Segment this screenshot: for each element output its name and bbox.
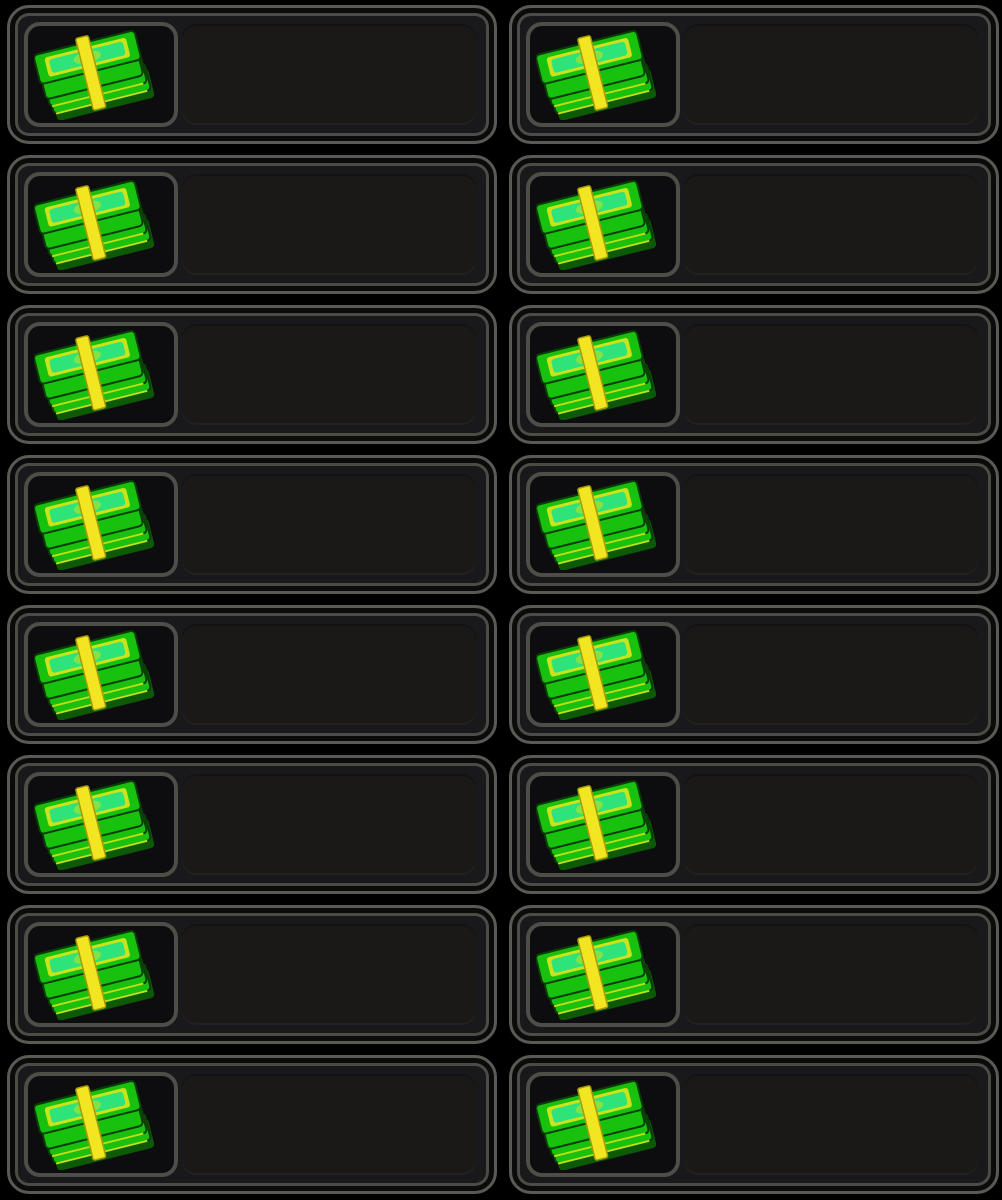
cash-stack-icon [24,622,178,727]
cash-stack-icon [526,322,680,427]
cash-slot-value [200,458,464,591]
cash-slot-4[interactable] [509,155,999,294]
cash-slot-5[interactable] [7,305,497,444]
cash-slot-14[interactable] [509,905,999,1044]
cash-stack-icon [24,772,178,877]
cash-slot-10[interactable] [509,605,999,744]
cash-slot-value [200,758,464,891]
cash-slot-3[interactable] [7,155,497,294]
cash-slot-value [702,8,966,141]
cash-stack-icon [526,172,680,277]
cash-stack-icon [526,22,680,127]
cash-slot-value [702,758,966,891]
cash-slot-value [200,908,464,1041]
cash-slot-15[interactable] [7,1055,497,1194]
cash-slot-value [702,158,966,291]
cash-slot-9[interactable] [7,605,497,744]
cash-slot-value [200,158,464,291]
cash-stack-icon [24,22,178,127]
cash-slot-11[interactable] [7,755,497,894]
cash-stack-icon [24,322,178,427]
cash-slot-2[interactable] [509,5,999,144]
cash-slot-6[interactable] [509,305,999,444]
cash-slot-value [200,608,464,741]
cash-slot-value [702,308,966,441]
cash-slot-value [702,458,966,591]
cash-slot-16[interactable] [509,1055,999,1194]
cash-slot-grid [7,5,999,1194]
cash-slot-1[interactable] [7,5,497,144]
cash-slot-13[interactable] [7,905,497,1044]
cash-slot-7[interactable] [7,455,497,594]
cash-stack-icon [24,472,178,577]
cash-stack-icon [24,922,178,1027]
cash-slot-value [702,1058,966,1191]
cash-stack-icon [526,922,680,1027]
cash-stack-icon [526,1072,680,1177]
cash-slot-value [702,908,966,1041]
cash-slot-value [200,1058,464,1191]
cash-slot-12[interactable] [509,755,999,894]
cash-stack-icon [526,772,680,877]
cash-slot-value [702,608,966,741]
cash-stack-icon [24,1072,178,1177]
cash-stack-icon [24,172,178,277]
cash-stack-icon [526,622,680,727]
cash-stack-icon [526,472,680,577]
cash-slot-value [200,8,464,141]
cash-slot-8[interactable] [509,455,999,594]
cash-slot-value [200,308,464,441]
